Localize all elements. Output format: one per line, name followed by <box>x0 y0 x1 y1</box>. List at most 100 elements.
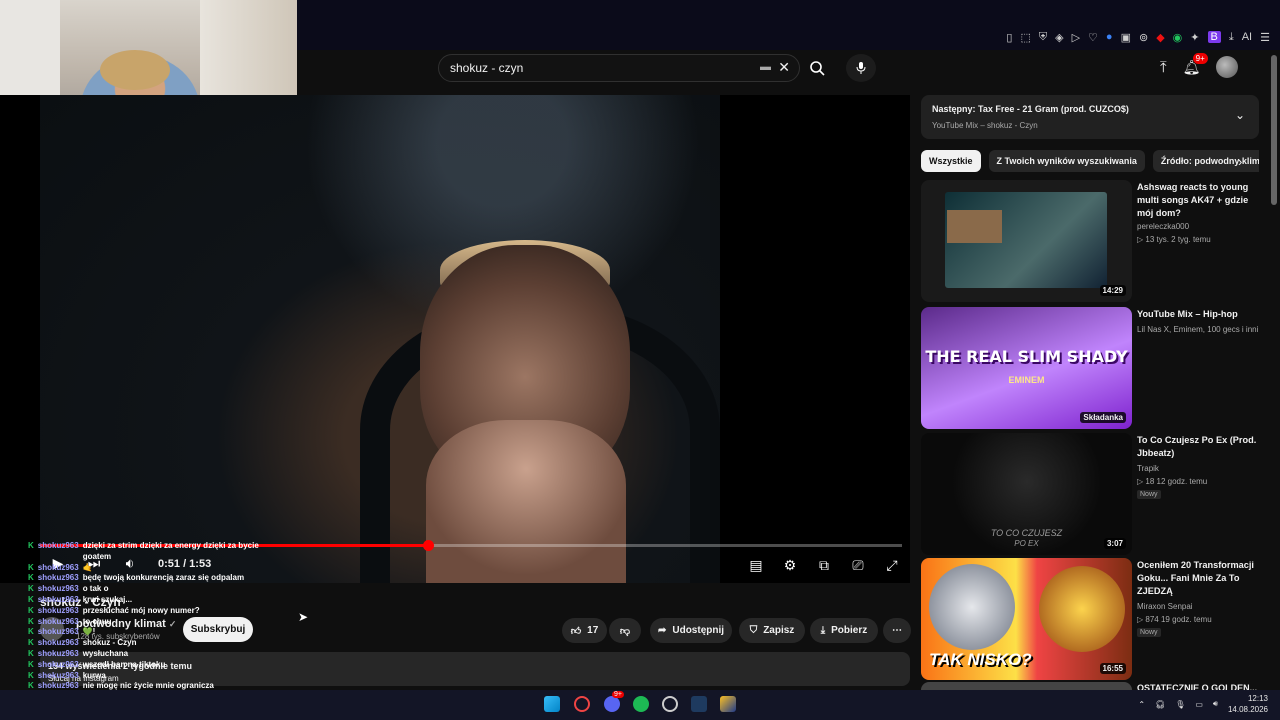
video-thumbnail[interactable]: 14:29 <box>921 180 1132 302</box>
chat-message: Kshokuz963 shokuz - Czyn <box>28 638 288 649</box>
chip-all[interactable]: Wszystkie <box>921 150 981 172</box>
chat-badge-icon: K <box>28 616 34 626</box>
chat-text: to chuu <box>82 616 112 626</box>
recommendation-item[interactable]: TO CO CZUJESZ PO EX 3:07 To Co Czujesz P… <box>921 433 1261 555</box>
miniplayer-icon[interactable]: ⧉ <box>816 557 832 574</box>
headset-icon[interactable]: 🎧︎ <box>1155 700 1165 709</box>
download-icon[interactable]: ⤓ <box>1229 31 1234 44</box>
thumbs-down-icon: 👎︎ <box>619 625 631 637</box>
chat-badge-icon: K <box>28 541 34 550</box>
search-button[interactable] <box>800 54 834 82</box>
chat-text: wszedł ban na tiktoku <box>82 659 166 669</box>
chevron-down-icon[interactable]: ⌄ <box>1235 108 1245 122</box>
share-button[interactable]: ➦ Udostępnij <box>650 618 732 643</box>
voice-search-button[interactable] <box>846 54 876 82</box>
recommendation-title: To Co Czujesz Po Ex (Prod. Jbbeatz) <box>1137 435 1257 458</box>
chat-message: Kshokuz963 kurwa <box>28 671 288 682</box>
chat-badge-icon: K <box>28 605 34 615</box>
save-button[interactable]: ⛉ Zapisz <box>739 618 805 643</box>
chat-username: shokuz963 <box>37 648 79 658</box>
video-thumbnail[interactable]: THE REAL SLIM SHADY EMINEM Składanka <box>921 307 1132 429</box>
windows-start-icon[interactable] <box>544 696 560 712</box>
chat-badge-icon: K <box>28 627 34 637</box>
chat-text: dzięki za strim dzięki za energy dzięki … <box>82 541 259 561</box>
create-upload-icon[interactable]: ⤒ <box>1160 59 1167 76</box>
scrollbar[interactable] <box>1271 55 1277 205</box>
ai-button[interactable]: AI <box>1242 31 1252 43</box>
new-badge: Nowy <box>1137 490 1161 499</box>
monitor-icon[interactable]: ▭ <box>1195 700 1203 709</box>
shield-icon[interactable]: ⛨ <box>1039 31 1047 44</box>
cube-icon[interactable]: ◈ <box>1055 31 1063 44</box>
download-button[interactable]: ⤓ Pobierz <box>810 618 878 643</box>
cast-icon[interactable]: ⎚ <box>850 557 866 574</box>
steam-icon[interactable] <box>691 696 707 712</box>
subtitles-icon[interactable]: ▤ <box>748 557 764 574</box>
chat-message: Kshokuz963 wszedł ban na tiktoku <box>28 660 288 671</box>
settings-icon[interactable]: ⚙ <box>782 557 798 574</box>
video-thumbnail[interactable]: TAK NISKO? 16:55 <box>921 558 1132 680</box>
more-actions-button[interactable]: ⋯ <box>883 618 911 643</box>
mic-tray-icon[interactable]: 🎙︎ <box>1175 700 1185 709</box>
system-tray: ⌃ 🎧︎ 🎙︎ ▭ 🔊︎ 12:13 14.08.2026 <box>1138 693 1268 715</box>
recommendation-item[interactable]: TAK NISKO? 16:55 Oceniłem 20 Transformac… <box>921 558 1261 680</box>
like-button[interactable]: 👍︎ 17 <box>562 618 607 643</box>
chevron-up-icon[interactable]: ⌃ <box>1138 700 1145 709</box>
clear-search-icon[interactable]: ✕ <box>778 59 790 76</box>
microphone-icon <box>856 62 866 74</box>
chevron-right-icon[interactable]: › <box>1238 154 1242 169</box>
spotify-icon[interactable] <box>633 696 649 712</box>
recommendation-meta: ▷ 18 12 godz. temu <box>1137 477 1208 486</box>
fullscreen-icon[interactable]: ⤢ <box>884 557 900 574</box>
chat-username: shokuz963 <box>37 627 79 637</box>
chat-username: shokuz963 <box>37 605 79 615</box>
recommendation-item[interactable]: 14:29 Ashswag reacts to young multi song… <box>921 180 1261 302</box>
chip-from-search[interactable]: Z Twoich wyników wyszukiwania <box>988 150 1145 172</box>
player-controls-right: ▤ ⚙ ⧉ ⎚ ⤢ <box>748 557 900 574</box>
recommendation-item[interactable]: THE REAL SLIM SHADY EMINEM Składanka You… <box>921 307 1261 429</box>
app-icon[interactable] <box>720 696 736 712</box>
extension-green-icon[interactable]: ◉ <box>1173 31 1183 44</box>
chip-source[interactable]: Źródło: podwodny klimat <box>1152 150 1259 172</box>
dislike-button[interactable]: 👎︎ <box>609 618 641 643</box>
extension-red-icon[interactable]: ◆ <box>1156 31 1164 44</box>
video-player[interactable] <box>0 95 910 583</box>
chat-username: shokuz963 <box>37 670 79 680</box>
video-thumbnail[interactable]: TO CO CZUJESZ PO EX 3:07 <box>921 433 1132 555</box>
screenshot-icon[interactable]: ⬚ <box>1020 31 1030 44</box>
header-actions: ⤒ 🔔︎ 9+ <box>1160 52 1239 78</box>
account-avatar[interactable] <box>1216 56 1239 78</box>
clock[interactable]: 12:13 14.08.2026 <box>1228 693 1268 715</box>
extension-ring-icon[interactable]: ⊚ <box>1139 31 1148 44</box>
app-icon[interactable] <box>662 696 678 712</box>
extension-b-icon[interactable]: B <box>1207 31 1221 43</box>
extension-blue-icon[interactable]: ● <box>1106 31 1113 43</box>
chat-message: Kshokuz963 💚! <box>28 627 288 638</box>
chat-badge-icon: K <box>28 638 34 648</box>
search-input[interactable]: shokuz - czyn ▬ ✕ <box>438 54 800 82</box>
search-icon <box>810 61 825 76</box>
keyboard-icon[interactable]: ▬ <box>760 61 771 73</box>
menu-icon[interactable]: ☰ <box>1260 31 1270 44</box>
notifications-button[interactable]: 🔔︎ 9+ <box>1183 52 1208 76</box>
video-thumbnail[interactable] <box>921 682 1132 690</box>
bookmark-icon[interactable]: ▯ <box>1006 31 1012 44</box>
chat-message: Kshokuz963 będę twoją konkurencją zaraz s… <box>28 573 288 584</box>
speaker-icon[interactable]: 🔊︎ <box>1213 699 1218 709</box>
chat-message: Kshokuz963 przesłuchać mój nowy numer? <box>28 606 288 617</box>
opera-icon[interactable] <box>574 696 590 712</box>
video-frame <box>40 95 720 583</box>
puzzle-icon[interactable]: ✦ <box>1190 31 1199 44</box>
chat-badge-icon: K <box>28 594 34 604</box>
recommendation-title: YouTube Mix – Hip-hop <box>1137 309 1238 319</box>
heart-icon[interactable]: ♡ <box>1088 31 1098 44</box>
send-icon[interactable]: ▷ <box>1072 31 1080 44</box>
discord-icon[interactable]: 9+ <box>604 691 624 712</box>
chat-username: shokuz963 <box>37 616 79 626</box>
extension-box-icon[interactable]: ▣ <box>1121 31 1131 44</box>
filter-chips: Wszystkie Z Twoich wyników wyszukiwania … <box>921 150 1259 172</box>
up-next-panel[interactable] <box>921 95 1259 139</box>
new-badge: Nowy <box>1137 628 1161 637</box>
progress-scrubber[interactable] <box>423 540 434 551</box>
chat-text: 🤙 <box>82 562 93 572</box>
